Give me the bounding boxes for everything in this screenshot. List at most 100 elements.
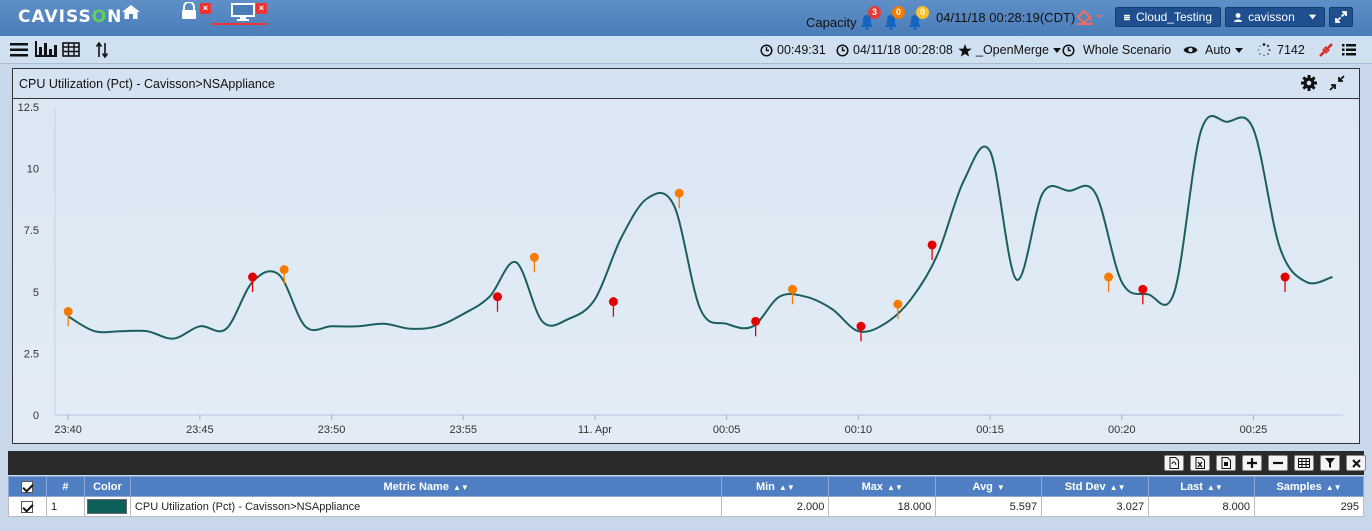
column-header-max[interactable]: Max ▲▼ (828, 476, 937, 497)
user-button[interactable]: cavisson (1225, 7, 1325, 27)
view-mode-dropdown[interactable]: Auto (1183, 43, 1243, 57)
color-swatch[interactable] (87, 499, 128, 514)
metric-grid-toolbar (8, 451, 1366, 475)
monitor-icon[interactable] (230, 2, 256, 22)
row-std-dev: 3.027 (1041, 496, 1150, 517)
scenario-label: Whole Scenario (1083, 43, 1172, 57)
minus-icon (1273, 461, 1283, 465)
pdf-icon (1169, 457, 1179, 469)
column-header-min[interactable]: Min ▲▼ (721, 476, 830, 497)
graph-panel-header: CPU Utilization (Pct) - Cavisson>NSAppli… (13, 69, 1359, 99)
grid-icon (1298, 458, 1310, 468)
lock-close-icon[interactable]: × (200, 3, 211, 14)
table-icon[interactable] (62, 42, 80, 57)
add-metric-button[interactable] (1242, 455, 1262, 471)
filter-button[interactable] (1320, 455, 1340, 471)
sort-icon: ▲▼ (1109, 482, 1126, 492)
column-header-index[interactable]: # (45, 476, 85, 497)
graph-title: CPU Utilization (Pct) - Cavisson>NSAppli… (19, 77, 275, 91)
x-tick-label: 00:20 (1108, 424, 1136, 436)
user-name: cavisson (1248, 10, 1295, 24)
alert-marker-head (751, 316, 761, 326)
menu-icon[interactable] (10, 43, 28, 57)
select-all-checkbox[interactable] (21, 480, 34, 493)
minimize-icon[interactable] (1329, 75, 1345, 91)
x-tick-label: 00:25 (1240, 424, 1268, 436)
gear-icon[interactable] (1301, 75, 1317, 91)
column-header-metric-name[interactable]: Metric Name ▲▼ (129, 476, 723, 497)
refresh-counter[interactable]: 7142 (1257, 43, 1305, 57)
column-label: # (62, 480, 69, 493)
column-header-color[interactable]: Color (83, 476, 131, 497)
alert-marker-head (608, 297, 618, 307)
clock-icon (760, 43, 773, 57)
remove-metric-button[interactable] (1268, 455, 1288, 471)
column-label: Samples (1276, 480, 1322, 493)
row-max: 18.000 (828, 496, 937, 517)
row-avg: 5.597 (935, 496, 1043, 517)
chevron-down-icon (1052, 47, 1061, 53)
x-tick-label: 23:50 (318, 424, 346, 436)
columns-button[interactable] (1294, 455, 1314, 471)
x-tick-label: 00:15 (976, 424, 1004, 436)
alert-marker-head (493, 292, 503, 302)
alert-marker-head (63, 307, 73, 317)
alert-count-major: 0 (892, 6, 905, 19)
alert-marker-head (856, 321, 866, 331)
clock-icon (1062, 43, 1075, 57)
spinner-icon (1257, 43, 1271, 57)
cpu-utilization-chart[interactable]: 0 2.5 5 7.5 10 12.5 23:40 23:45 23:50 23:55 11. Ap… (13, 99, 1359, 443)
active-tab-indicator (212, 23, 268, 25)
row-index: 1 (45, 496, 85, 517)
export-word-button[interactable] (1216, 455, 1236, 471)
graph-toolbar: 00:49:31 04/11/18 00:28:08 _OpenMerge Wh… (0, 36, 1372, 64)
column-header-avg[interactable]: Avg ▼ (935, 476, 1043, 497)
star-icon (958, 43, 972, 57)
scenario-selector[interactable]: Whole Scenario (1062, 43, 1171, 57)
logo-text-left: CAVISS (18, 7, 92, 27)
column-label: Color (93, 480, 122, 493)
sort-desc-icon: ▼ (996, 482, 1005, 492)
capacity-label: Capacity (806, 15, 857, 30)
paint-bucket-icon[interactable] (1075, 8, 1103, 26)
user-icon (1234, 12, 1243, 22)
select-all-cell[interactable] (8, 476, 47, 497)
column-label: Metric Name (383, 480, 449, 493)
close-grid-button[interactable] (1346, 455, 1366, 471)
excel-icon (1195, 457, 1205, 469)
monitor-close-icon[interactable]: × (256, 3, 267, 14)
home-icon[interactable] (121, 4, 141, 20)
list-icon[interactable] (1342, 44, 1356, 56)
bar-chart-icon[interactable] (35, 41, 57, 57)
y-tick-label: 0 (33, 410, 39, 422)
favorite-dropdown[interactable]: _OpenMerge (958, 43, 1061, 57)
cavisson-logo[interactable]: CAVISSON (18, 7, 122, 27)
row-select-cell[interactable] (8, 496, 47, 517)
column-header-std-dev[interactable]: Std Dev ▲▼ (1041, 476, 1150, 497)
row-metric-name: CPU Utilization (Pct) - Cavisson>NSAppli… (129, 496, 723, 517)
end-time-value: 04/11/18 00:28:08 (853, 43, 953, 57)
sort-icon: ▲▼ (1206, 482, 1223, 492)
export-excel-button[interactable] (1190, 455, 1210, 471)
export-pdf-button[interactable] (1164, 455, 1184, 471)
alert-marker-head (529, 252, 539, 262)
alert-marker-head (248, 272, 258, 282)
column-header-last[interactable]: Last ▲▼ (1148, 476, 1255, 497)
column-header-samples[interactable]: Samples ▲▼ (1253, 476, 1365, 497)
alert-marker-head (788, 284, 798, 294)
table-header-row: # Color Metric Name ▲▼ Min ▲▼ Max ▲▼ Avg ▼ S… (8, 476, 1365, 497)
x-tick-label: 23:45 (186, 424, 214, 436)
row-checkbox[interactable] (21, 500, 34, 513)
y-tick-label: 7.5 (24, 225, 39, 237)
y-tick-label: 2.5 (24, 348, 39, 360)
lock-icon[interactable] (180, 2, 198, 20)
row-color-cell[interactable] (83, 496, 131, 517)
table-row[interactable]: 1 CPU Utilization (Pct) - Cavisson>NSApp… (8, 496, 1365, 517)
disconnect-icon[interactable] (1318, 42, 1334, 58)
sort-icon[interactable] (96, 42, 108, 58)
x-tick-label: 23:55 (449, 424, 477, 436)
project-button[interactable]: Cloud_Testing (1115, 7, 1221, 27)
end-time: 04/11/18 00:28:08 (836, 43, 953, 57)
favorite-name: _OpenMerge (976, 43, 1049, 57)
fullscreen-button[interactable] (1329, 7, 1353, 27)
